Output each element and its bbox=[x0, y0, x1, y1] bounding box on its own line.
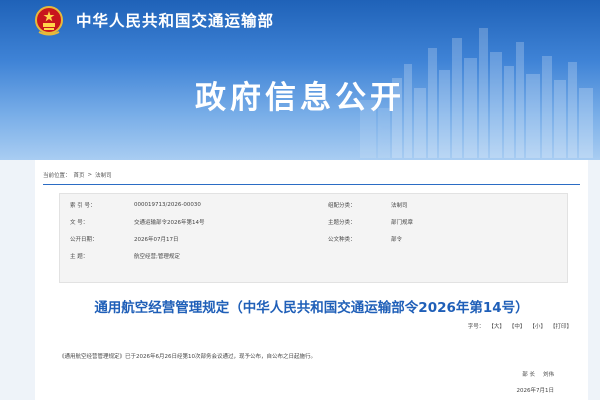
print-button[interactable]: 【打印】 bbox=[550, 322, 572, 330]
index-number-value: 000019713/2026-00030 bbox=[134, 201, 201, 208]
breadcrumb: 当前位置： 首页 > 法制司 bbox=[43, 171, 112, 179]
content-panel: 当前位置： 首页 > 法制司 索 引 号： 000019713/2026-000… bbox=[35, 160, 588, 400]
signer-name: 刘伟 bbox=[542, 372, 554, 378]
category-label: 组配分类： bbox=[328, 202, 356, 209]
document-body-text: 《通用航空经营管理规定》已于2026年6月26日经第10次部务会议通过，现予公布… bbox=[59, 354, 316, 360]
document-metadata-table: 索 引 号： 000019713/2026-00030 组配分类： 法制司 文 … bbox=[59, 193, 568, 283]
metadata-row: 公开日期： 2026年07月17日 公文种类： 部令 bbox=[60, 230, 567, 247]
document-signer: 部 长 刘伟 bbox=[522, 370, 554, 378]
font-size-medium-button[interactable]: 【中】 bbox=[509, 322, 526, 330]
document-number-value: 交通运输部令2026年第14号 bbox=[134, 219, 205, 226]
document-date: 2026年7月1日 bbox=[516, 388, 555, 394]
breadcrumb-divider bbox=[43, 184, 580, 185]
site-banner: 中华人民共和国交通运输部 政府信息公开 bbox=[0, 0, 600, 160]
page-title: 政府信息公开 bbox=[195, 80, 405, 116]
subject-category-value: 部门规章 bbox=[391, 219, 414, 226]
document-title: 通用航空经营管理规定（中华人民共和国交通运输部令2026年第14号） bbox=[94, 300, 529, 316]
metadata-row: 主 题： 航空经营;管理规定 bbox=[60, 247, 567, 264]
font-size-large-button[interactable]: 【大】 bbox=[488, 322, 505, 330]
font-size-label: 字号： bbox=[467, 324, 485, 330]
national-emblem-icon bbox=[35, 6, 63, 36]
topic-label: 主 题： bbox=[70, 253, 89, 260]
index-number-label: 索 引 号： bbox=[70, 202, 96, 209]
document-number-label: 文 号： bbox=[70, 219, 89, 226]
breadcrumb-prefix: 当前位置： bbox=[43, 173, 71, 179]
signer-title: 部 长 bbox=[522, 372, 535, 378]
font-size-small-button[interactable]: 【小】 bbox=[529, 322, 546, 330]
breadcrumb-home-link[interactable]: 首页 bbox=[74, 171, 85, 179]
category-value: 法制司 bbox=[391, 202, 408, 209]
breadcrumb-separator: > bbox=[87, 172, 93, 178]
subject-category-label: 主题分类： bbox=[328, 219, 356, 226]
ministry-name[interactable]: 中华人民共和国交通运输部 bbox=[76, 9, 274, 31]
metadata-row: 文 号： 交通运输部令2026年第14号 主题分类： 部门规章 bbox=[60, 213, 567, 230]
publish-date-label: 公开日期： bbox=[70, 236, 98, 243]
document-type-label: 公文种类： bbox=[328, 236, 356, 243]
document-type-value: 部令 bbox=[391, 236, 403, 243]
publish-date-value: 2026年07月17日 bbox=[134, 236, 179, 243]
topic-value: 航空经营;管理规定 bbox=[134, 253, 180, 260]
document-tools: 字号： 【大】 【中】 【小】 【打印】 bbox=[468, 322, 572, 330]
metadata-row: 索 引 号： 000019713/2026-00030 组配分类： 法制司 bbox=[60, 196, 567, 213]
breadcrumb-legal-dept-link[interactable]: 法制司 bbox=[95, 171, 112, 179]
